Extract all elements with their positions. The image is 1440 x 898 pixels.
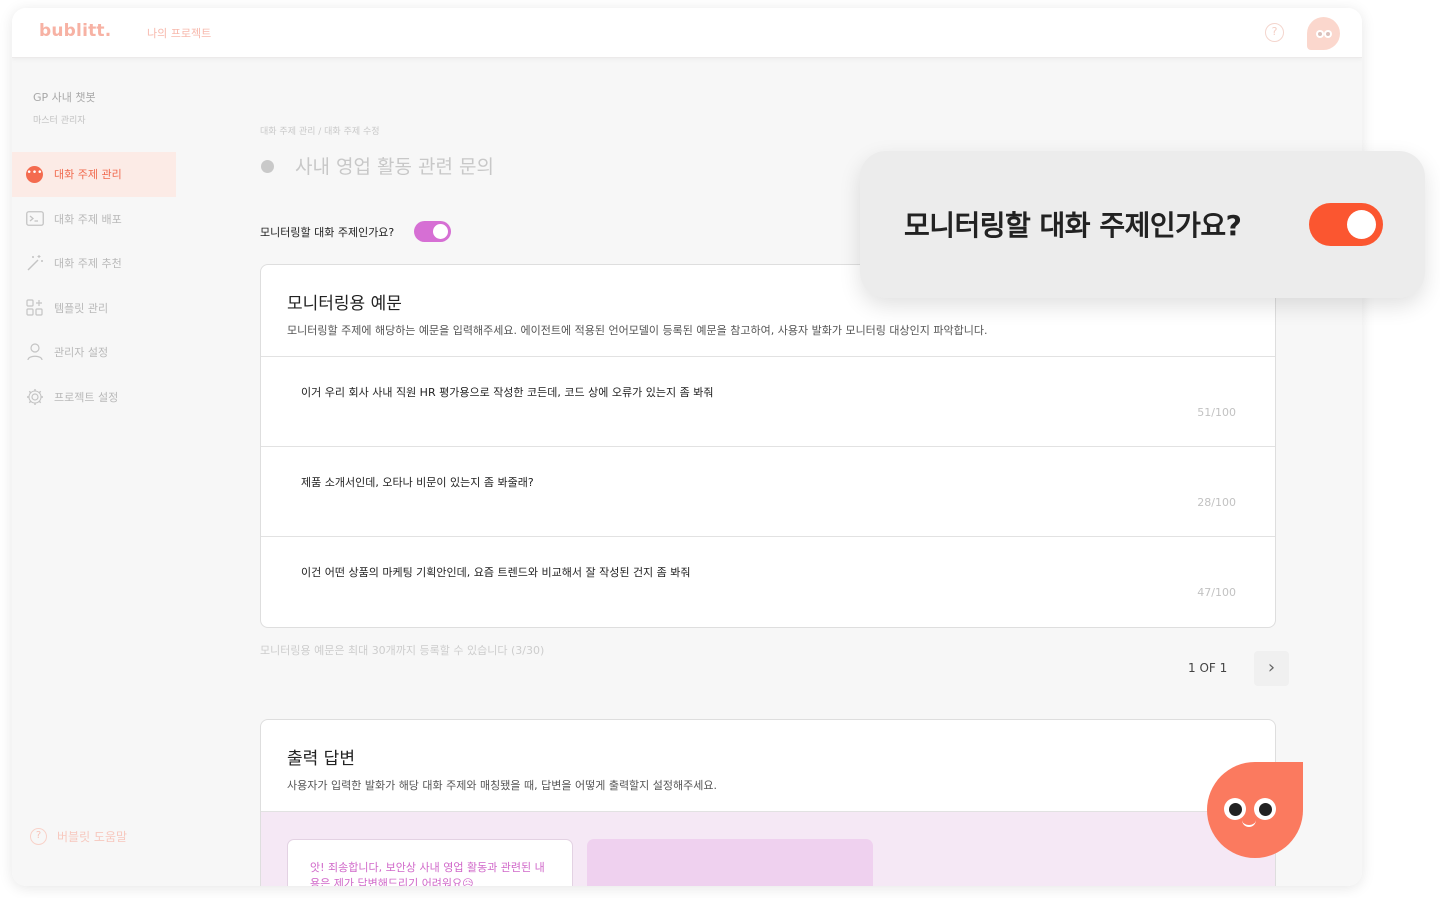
help-link[interactable]: ? 버블릿 도움말 — [30, 828, 127, 845]
sidebar-item-label: 프로젝트 설정 — [54, 390, 119, 404]
org-role: 마스터 관리자 — [33, 116, 86, 126]
mascot-chat-launcher[interactable] — [1207, 762, 1303, 858]
help-label: 버블릿 도움말 — [57, 830, 128, 844]
example-text[interactable]: 제품 소개서인데, 오타나 비문이 있는지 좀 봐줄래? — [301, 474, 534, 490]
top-bar: bublitt. 나의 프로젝트 ? — [12, 8, 1362, 58]
avatar-eye-left-icon — [1316, 30, 1324, 38]
examples-description: 모니터링할 주제에 해당하는 예문을 입력해주세요. 에이전트에 적용된 언어모… — [287, 324, 988, 337]
mascot-eye-right-icon — [1254, 798, 1276, 820]
mascot-eye-left-icon — [1224, 798, 1246, 820]
terminal-icon — [25, 209, 44, 228]
org-name: GP 사내 챗봇 — [33, 91, 96, 104]
sidebar-nav: ••• 대화 주제 관리 대화 주제 배포 대화 주제 추천 템플릿 관리 관리… — [12, 152, 176, 419]
gear-icon — [25, 387, 44, 406]
answer-bubble[interactable]: 앗! 죄송합니다, 보안상 사내 영업 활동과 관련된 내용은 제가 답변해드리… — [287, 839, 573, 886]
callout-toggle[interactable] — [1309, 203, 1383, 246]
user-icon — [25, 343, 44, 362]
status-dot-icon — [261, 160, 274, 173]
chevron-right-icon[interactable]: › — [1254, 651, 1289, 686]
my-projects-link[interactable]: 나의 프로젝트 — [147, 25, 211, 41]
sidebar-item-admin-settings[interactable]: 관리자 설정 — [12, 330, 176, 375]
output-card: 출력 답변 사용자가 입력한 발화가 해당 대화 주제와 매칭됐을 때, 답변을… — [260, 719, 1276, 886]
monitor-toggle-label: 모니터링할 대화 주제인가요? — [260, 226, 395, 239]
add-answer-slot[interactable] — [587, 839, 873, 886]
breadcrumb: 대화 주제 관리 / 대화 주제 수정 — [260, 127, 380, 137]
app-window: bublitt. 나의 프로젝트 ? GP 사내 챗봇 마스터 관리자 ••• … — [12, 8, 1362, 886]
sidebar-item-label: 대화 주제 관리 — [54, 168, 122, 182]
help-icon[interactable]: ? — [1265, 23, 1284, 42]
char-count: 51/100 — [1197, 406, 1236, 419]
template-grid-icon — [25, 298, 44, 317]
output-description: 사용자가 입력한 발화가 해당 대화 주제와 매칭됐을 때, 답변을 어떻게 출… — [287, 779, 718, 792]
example-row[interactable]: 이건 어떤 상품의 마케팅 기획안인데, 요즘 트렌드와 비교해서 잘 작성된 … — [261, 537, 1275, 627]
output-body: 앗! 죄송합니다, 보안상 사내 영업 활동과 관련된 내용은 제가 답변해드리… — [261, 812, 1275, 886]
sidebar-item-topic-deploy[interactable]: 대화 주제 배포 — [12, 197, 176, 242]
example-row[interactable]: 이거 우리 회사 사내 직원 HR 평가용으로 작성한 코든데, 코드 상에 오… — [261, 357, 1275, 447]
char-count: 28/100 — [1197, 496, 1236, 509]
brand-logo[interactable]: bublitt. — [39, 21, 111, 41]
avatar[interactable] — [1307, 17, 1340, 50]
monitor-toggle[interactable] — [414, 221, 451, 242]
example-text[interactable]: 이거 우리 회사 사내 직원 HR 평가용으로 작성한 코든데, 코드 상에 오… — [301, 384, 713, 400]
chat-bubble-icon: ••• — [25, 165, 44, 184]
example-row[interactable]: 제품 소개서인데, 오타나 비문이 있는지 좀 봐줄래? 28/100 — [261, 447, 1275, 537]
sidebar-item-template-management[interactable]: 템플릿 관리 — [12, 286, 176, 331]
output-title: 출력 답변 — [287, 749, 355, 769]
sidebar-item-label: 대화 주제 추천 — [54, 257, 122, 271]
avatar-eye-right-icon — [1324, 30, 1332, 38]
sidebar-item-label: 대화 주제 배포 — [54, 212, 122, 226]
help-circle-icon: ? — [30, 828, 47, 845]
sidebar-item-topic-recommend[interactable]: 대화 주제 추천 — [12, 241, 176, 286]
sidebar-item-project-settings[interactable]: 프로젝트 설정 — [12, 375, 176, 420]
examples-card: 모니터링용 예문 모니터링할 주제에 해당하는 예문을 입력해주세요. 에이전트… — [260, 264, 1276, 628]
pagination-label: 1 OF 1 — [1188, 661, 1228, 675]
callout-text: 모니터링할 대화 주제인가요? — [904, 209, 1242, 242]
sidebar-item-label: 템플릿 관리 — [54, 301, 109, 315]
char-count: 47/100 — [1197, 586, 1236, 599]
monitor-callout: 모니터링할 대화 주제인가요? — [860, 151, 1425, 298]
magic-wand-icon — [25, 254, 44, 273]
example-text[interactable]: 이건 어떤 상품의 마케팅 기획안인데, 요즘 트렌드와 비교해서 잘 작성된 … — [301, 564, 691, 580]
examples-footnote: 모니터링용 예문은 최대 30개까지 등록할 수 있습니다 (3/30) — [260, 644, 545, 657]
sidebar-item-topic-management[interactable]: ••• 대화 주제 관리 — [12, 152, 176, 197]
sidebar-item-label: 관리자 설정 — [54, 346, 109, 360]
page-title: 사내 영업 활동 관련 문의 — [295, 156, 494, 178]
sidebar: GP 사내 챗봇 마스터 관리자 ••• 대화 주제 관리 대화 주제 배포 대… — [12, 58, 176, 886]
output-header: 출력 답변 사용자가 입력한 발화가 해당 대화 주제와 매칭됐을 때, 답변을… — [261, 720, 1275, 812]
